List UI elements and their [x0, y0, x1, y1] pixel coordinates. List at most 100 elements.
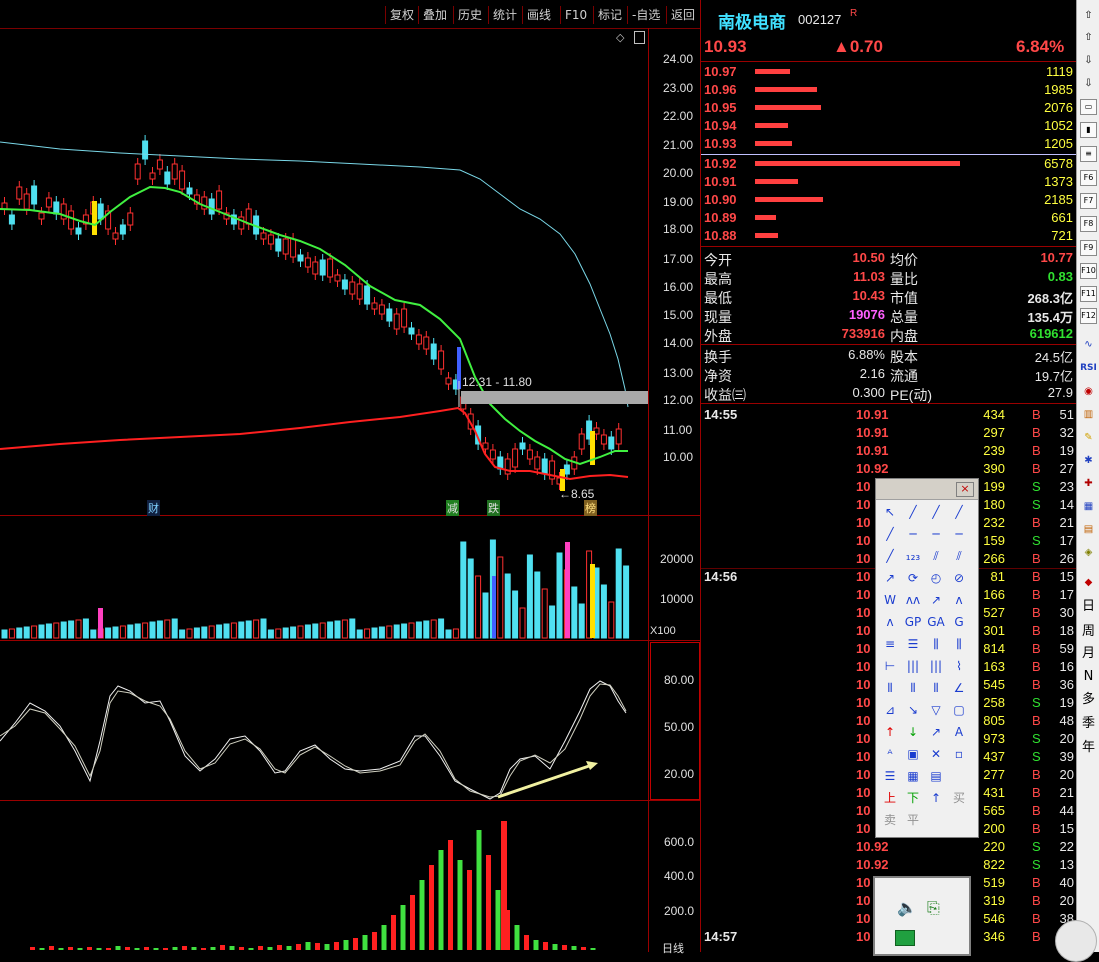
circle-tool-icon[interactable]: ◴	[926, 569, 946, 587]
rect-tool-icon[interactable]: ▢	[949, 701, 969, 719]
capital-flow-chart[interactable]	[0, 801, 648, 952]
bar-icon[interactable]: ▤	[1080, 522, 1097, 538]
fkey-f9-icon[interactable]: F9	[1080, 240, 1097, 256]
trade-row[interactable]: 10.92 822 S 13	[701, 857, 1076, 875]
chart-icon[interactable]: ▥	[1080, 407, 1097, 423]
delete-tool-icon[interactable]: ✕	[926, 745, 946, 763]
marker-drop[interactable]: 跌	[487, 500, 500, 516]
zigzag-tool-icon[interactable]: ↗	[926, 591, 946, 609]
marker-finance[interactable]: 财	[147, 500, 160, 516]
m-pattern-tool-icon[interactable]: ᴧᴧ	[903, 591, 923, 609]
gann-tool-icon[interactable]: ⌇	[949, 657, 969, 675]
fkey-f11-icon[interactable]: F11	[1080, 286, 1097, 302]
trade-row[interactable]: 10.91 239 B 19	[701, 443, 1076, 461]
bookmark-icon[interactable]: ◆	[1080, 575, 1097, 591]
ray-tool-icon[interactable]: ╱	[926, 503, 946, 521]
vline2-tool-icon[interactable]: |||	[926, 657, 946, 675]
cycle-tool-icon[interactable]: ⟳	[903, 569, 923, 587]
segment-tool-icon[interactable]: ╱	[880, 525, 900, 543]
triangle-tool-icon[interactable]: ⊿	[880, 701, 900, 719]
text-tool-icon[interactable]: A	[949, 723, 969, 741]
band2-tool-icon[interactable]: ⫼	[949, 635, 969, 653]
return-icon[interactable]	[895, 930, 915, 946]
fkey-f6-icon[interactable]: F6	[1080, 170, 1097, 186]
w-pattern-tool-icon[interactable]: W	[880, 591, 900, 609]
hray-tool-icon[interactable]: ─	[926, 525, 946, 543]
period-day[interactable]: 日	[1080, 599, 1097, 615]
band-tool-icon[interactable]: ⫼	[926, 635, 946, 653]
trade-row[interactable]: 10.92 220 S 22	[701, 839, 1076, 857]
window-icon[interactable]: ▭	[1080, 99, 1097, 115]
hdot-tool-icon[interactable]: ─	[949, 525, 969, 543]
pencil-icon[interactable]: ✎	[1080, 430, 1097, 446]
toolbar-button-back[interactable]: 返回	[666, 6, 699, 24]
toolbar-button-watchlist[interactable]: -自选	[627, 6, 664, 24]
down-mark-tool-icon[interactable]: 下	[903, 789, 923, 807]
ellipse-tool-icon[interactable]: ⊘	[949, 569, 969, 587]
fkey-f12-icon[interactable]: F12	[1080, 308, 1097, 324]
trend-tool-icon[interactable]: ↗	[880, 569, 900, 587]
vline5-tool-icon[interactable]: ⦀	[926, 679, 946, 697]
period-week[interactable]: 周	[1080, 624, 1097, 640]
up-mark-tool-icon[interactable]: 上	[880, 789, 900, 807]
fan-tool-icon[interactable]: ᴧ	[880, 613, 900, 631]
period-month[interactable]: 月	[1080, 646, 1097, 662]
list-tool-icon[interactable]: ☰	[880, 767, 900, 785]
text2-tool-icon[interactable]: ᴬ	[880, 745, 900, 763]
assistant-icon[interactable]	[1055, 920, 1097, 962]
gp-tool-icon[interactable]: GP	[903, 613, 923, 631]
toolbar-button-overlay[interactable]: 叠加	[418, 6, 451, 24]
angle-line-tool-icon[interactable]: ╱	[880, 547, 900, 565]
fkey-f7-icon[interactable]: F7	[1080, 193, 1097, 209]
toolbar-button-f10[interactable]: F10	[560, 6, 591, 24]
marker-ranking[interactable]: 榜	[584, 500, 597, 516]
grid-tool-icon[interactable]: ☰	[903, 635, 923, 653]
toolbar-button-mark[interactable]: 标记	[593, 6, 626, 24]
volume-chart[interactable]	[0, 516, 648, 640]
arrow-line-tool-icon[interactable]: ╱	[949, 503, 969, 521]
arrow-up-small-icon[interactable]: ⇧	[1080, 30, 1097, 46]
trade-row[interactable]: 10.92 390 B 27	[701, 461, 1076, 479]
buy-mark-tool-icon[interactable]: 买	[949, 789, 969, 807]
sell-mark-tool-icon[interactable]: 卖	[880, 811, 900, 829]
candle-icon[interactable]: ▮	[1080, 122, 1097, 138]
palette-titlebar[interactable]: ×	[876, 479, 978, 500]
indicator-icon[interactable]: ◈	[1080, 545, 1097, 561]
speaker-icon[interactable]: 🔈	[897, 898, 917, 917]
period-multi[interactable]: 多	[1080, 692, 1097, 708]
up-arrow-tool-icon[interactable]: ↑	[880, 723, 900, 741]
fkey-f10-icon[interactable]: F10	[1080, 263, 1097, 279]
down-arrow2-tool-icon[interactable]: ↓	[903, 723, 923, 741]
ga-tool-icon[interactable]: GA	[926, 613, 946, 631]
tool-icon[interactable]: ✚	[1080, 476, 1097, 492]
vline4-tool-icon[interactable]: ⦀	[903, 679, 923, 697]
line-tool-icon[interactable]: ╱	[903, 503, 923, 521]
card-tool-icon[interactable]: ▤	[926, 767, 946, 785]
pointer-tool-icon[interactable]: ↖	[880, 503, 900, 521]
palette-close-button[interactable]: ×	[956, 482, 974, 497]
fib-tool-icon[interactable]: ≡	[880, 635, 900, 653]
wave-count-tool-icon[interactable]: ₁₂₃	[903, 547, 923, 565]
gear-icon[interactable]: ✱	[1080, 453, 1097, 469]
marker-reduce[interactable]: 减	[446, 500, 459, 516]
cycle-line-tool-icon[interactable]: ⊢	[880, 657, 900, 675]
up-arrow-mark-tool-icon[interactable]: ↑	[926, 789, 946, 807]
line-chart-icon[interactable]: ∿	[1080, 337, 1097, 353]
period-quarter[interactable]: 季	[1080, 716, 1097, 732]
arrow-up-icon[interactable]: ⇧	[1080, 8, 1097, 24]
g-tool-icon[interactable]: G	[949, 613, 969, 631]
flat-mark-tool-icon[interactable]: 平	[903, 811, 923, 829]
candlestick-chart[interactable]	[0, 29, 648, 515]
table-tool-icon[interactable]: ▦	[903, 767, 923, 785]
blank-tool-icon[interactable]	[949, 767, 969, 785]
box-tool-icon[interactable]: ▣	[903, 745, 923, 763]
toolbar-button-draw[interactable]: 画线	[522, 6, 555, 24]
peak-tool-icon[interactable]: ʌ	[949, 591, 969, 609]
vline3-tool-icon[interactable]: ⦀	[880, 679, 900, 697]
toolbar-button-history[interactable]: 历史	[453, 6, 486, 24]
trade-row[interactable]: 14:55 10.91 434 B 51	[701, 407, 1076, 425]
period-year[interactable]: 年	[1080, 740, 1097, 756]
arrow-down-icon[interactable]: ⇩	[1080, 76, 1097, 92]
down-triangle-tool-icon[interactable]: ▽	[926, 701, 946, 719]
down-arrow-tool-icon[interactable]: ↘	[903, 701, 923, 719]
